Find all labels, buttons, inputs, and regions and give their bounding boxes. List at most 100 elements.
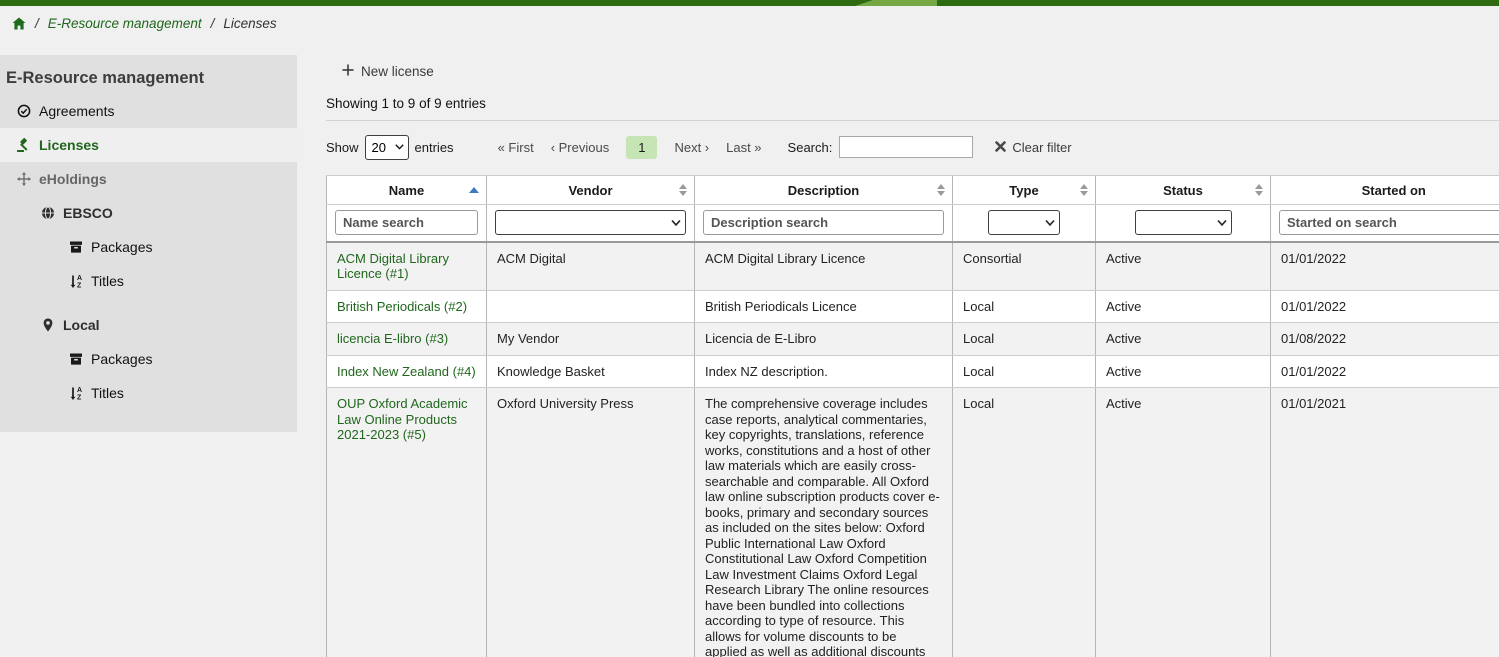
pagination-next[interactable]: Next › bbox=[674, 140, 709, 155]
cell-vendor: ACM Digital bbox=[487, 242, 695, 291]
column-header-type[interactable]: Type bbox=[953, 176, 1096, 205]
page-size-select[interactable]: 20 bbox=[365, 135, 409, 160]
sidebar-item-label: eHoldings bbox=[39, 171, 107, 187]
column-header-started-on[interactable]: Started on bbox=[1271, 176, 1499, 205]
licenses-table-wrap: Name Vendor Description Type Status Star… bbox=[326, 175, 1499, 657]
cell-type: Local bbox=[953, 323, 1096, 356]
cell-started_on: 01/08/2022 bbox=[1271, 323, 1499, 356]
sidebar-item-local[interactable]: Local bbox=[0, 308, 297, 342]
description-filter-input[interactable] bbox=[703, 210, 944, 235]
sort-alpha-icon: AZ bbox=[68, 386, 83, 400]
sidebar-item-label: Licenses bbox=[39, 137, 99, 153]
sort-icon bbox=[1080, 184, 1088, 196]
sidebar-item-label: Agreements bbox=[39, 103, 114, 119]
sidebar-item-ebsco-titles[interactable]: AZ Titles bbox=[0, 264, 297, 298]
main-content: New license Showing 1 to 9 of 9 entries … bbox=[326, 55, 1499, 657]
check-circle-icon bbox=[16, 104, 31, 118]
pagination: « First ‹ Previous 1 Next › Last » bbox=[498, 136, 762, 159]
search-group: Search: bbox=[788, 136, 974, 158]
search-input[interactable] bbox=[839, 136, 973, 158]
cell-description: British Periodicals Licence bbox=[695, 290, 953, 323]
table-row: licencia E-libro (#3)My VendorLicencia d… bbox=[327, 323, 1499, 356]
breadcrumb-separator: / bbox=[35, 16, 39, 31]
new-license-button[interactable]: New license bbox=[342, 64, 434, 79]
cell-name: OUP Oxford Academic Law Online Products … bbox=[327, 388, 487, 657]
table-row: British Periodicals (#2) British Periodic… bbox=[327, 290, 1499, 323]
pagination-previous[interactable]: ‹ Previous bbox=[551, 140, 610, 155]
breadcrumb: / E-Resource management / Licenses bbox=[0, 6, 1499, 40]
pagination-first[interactable]: « First bbox=[498, 140, 534, 155]
name-filter-input[interactable] bbox=[335, 210, 478, 235]
map-marker-icon bbox=[40, 318, 55, 332]
sidebar-item-ebsco-packages[interactable]: Packages bbox=[0, 230, 297, 264]
table-filter-row bbox=[327, 205, 1499, 242]
license-link[interactable]: licencia E-libro (#3) bbox=[337, 331, 448, 346]
cell-started_on: 01/01/2021 bbox=[1271, 388, 1499, 657]
clear-filter-label: Clear filter bbox=[1012, 140, 1071, 155]
pagination-current-page[interactable]: 1 bbox=[626, 136, 657, 159]
sidebar-item-agreements[interactable]: Agreements bbox=[0, 94, 297, 128]
license-link[interactable]: ACM Digital Library Licence (#1) bbox=[337, 251, 449, 282]
cell-name: ACM Digital Library Licence (#1) bbox=[327, 242, 487, 291]
clear-filter-button[interactable]: Clear filter bbox=[995, 140, 1071, 155]
cell-description: Index NZ description. bbox=[695, 355, 953, 388]
breadcrumb-link-erm[interactable]: E-Resource management bbox=[48, 16, 202, 31]
vendor-filter-select[interactable] bbox=[495, 210, 686, 235]
sidebar-gap bbox=[0, 298, 297, 308]
cell-name: Index New Zealand (#4) bbox=[327, 355, 487, 388]
sidebar-item-label: Packages bbox=[91, 239, 152, 255]
license-link[interactable]: Index New Zealand (#4) bbox=[337, 364, 476, 379]
type-filter-select[interactable] bbox=[988, 210, 1060, 235]
svg-text:A: A bbox=[77, 275, 82, 282]
sidebar-item-label: Titles bbox=[91, 385, 124, 401]
license-link[interactable]: British Periodicals (#2) bbox=[337, 299, 467, 314]
cell-name: licencia E-libro (#3) bbox=[327, 323, 487, 356]
cell-type: Local bbox=[953, 388, 1096, 657]
entries-label: entries bbox=[415, 140, 454, 155]
breadcrumb-current: Licenses bbox=[223, 16, 276, 31]
gavel-icon bbox=[16, 138, 31, 153]
svg-text:A: A bbox=[77, 387, 82, 394]
sort-icon bbox=[937, 184, 945, 196]
column-header-vendor[interactable]: Vendor bbox=[487, 176, 695, 205]
sidebar-item-label: Local bbox=[63, 317, 100, 333]
sort-icon bbox=[1255, 184, 1263, 196]
home-icon[interactable] bbox=[12, 17, 26, 30]
sidebar-item-label: Packages bbox=[91, 351, 152, 367]
cell-description: Licencia de E-Libro bbox=[695, 323, 953, 356]
svg-text:Z: Z bbox=[77, 395, 82, 401]
sidebar-item-local-titles[interactable]: AZ Titles bbox=[0, 376, 297, 410]
sidebar-item-licenses[interactable]: Licenses bbox=[0, 128, 297, 162]
sort-icon bbox=[469, 187, 479, 193]
globe-icon bbox=[40, 206, 55, 220]
cell-started_on: 01/01/2022 bbox=[1271, 355, 1499, 388]
sidebar-item-eholdings[interactable]: eHoldings bbox=[0, 162, 297, 196]
plus-icon bbox=[342, 64, 354, 79]
table-row: Index New Zealand (#4)Knowledge BasketIn… bbox=[327, 355, 1499, 388]
sort-icon bbox=[679, 184, 687, 196]
x-mark-icon bbox=[995, 140, 1006, 155]
cell-status: Active bbox=[1096, 355, 1271, 388]
search-label: Search: bbox=[788, 140, 833, 155]
new-license-label: New license bbox=[361, 64, 434, 79]
license-link[interactable]: OUP Oxford Academic Law Online Products … bbox=[337, 396, 468, 442]
showing-entries-text: Showing 1 to 9 of 9 entries bbox=[326, 96, 1499, 111]
sidebar-item-local-packages[interactable]: Packages bbox=[0, 342, 297, 376]
sidebar-item-ebsco[interactable]: EBSCO bbox=[0, 196, 297, 230]
svg-text:Z: Z bbox=[77, 283, 82, 289]
column-header-status[interactable]: Status bbox=[1096, 176, 1271, 205]
table-toolbar: Show 20 entries « First ‹ Previous 1 Nex… bbox=[326, 134, 1499, 160]
started-on-filter-input[interactable] bbox=[1279, 210, 1499, 235]
cell-status: Active bbox=[1096, 323, 1271, 356]
column-header-name[interactable]: Name bbox=[327, 176, 487, 205]
pagination-last[interactable]: Last » bbox=[726, 140, 761, 155]
cell-started_on: 01/01/2022 bbox=[1271, 290, 1499, 323]
status-filter-select[interactable] bbox=[1135, 210, 1232, 235]
cell-status: Active bbox=[1096, 388, 1271, 657]
table-row: OUP Oxford Academic Law Online Products … bbox=[327, 388, 1499, 657]
archive-icon bbox=[68, 240, 83, 254]
cell-type: Consortial bbox=[953, 242, 1096, 291]
sidebar-title: E-Resource management bbox=[0, 55, 297, 94]
column-header-description[interactable]: Description bbox=[695, 176, 953, 205]
archive-icon bbox=[68, 352, 83, 366]
